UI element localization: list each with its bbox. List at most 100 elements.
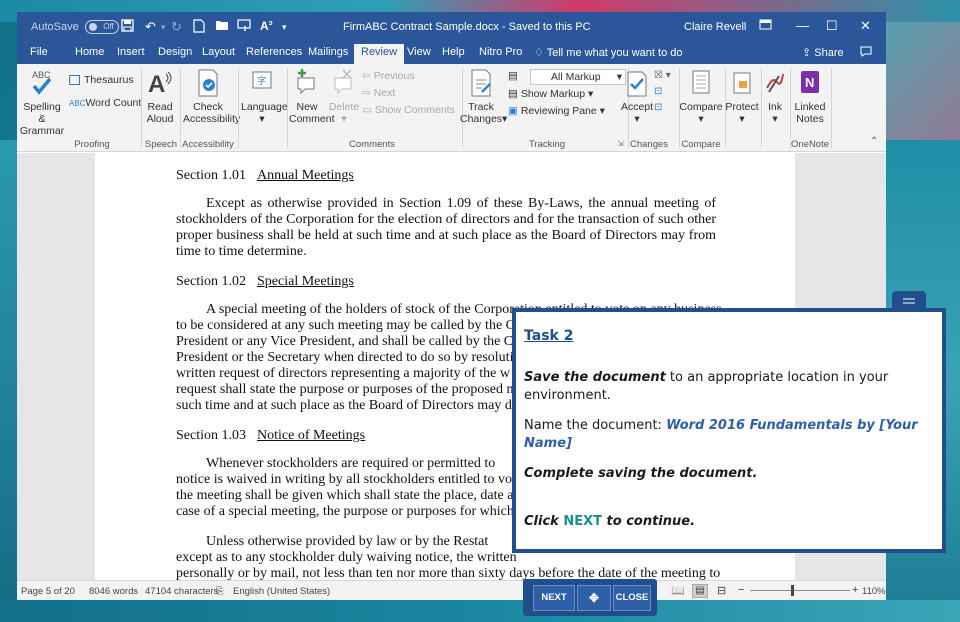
zoom-out-icon[interactable]: −	[738, 584, 744, 596]
protect-button[interactable]: Protect ▾	[724, 68, 760, 125]
delete-comment-button[interactable]: Delete ▾	[328, 68, 360, 125]
new-comment-icon	[297, 69, 315, 95]
task-name-prefix: Name the document:	[524, 418, 667, 433]
svg-text:A: A	[148, 71, 165, 98]
onenote-group-label: OneNote	[790, 139, 830, 150]
spelling-grammar-button[interactable]: ABC Spelling & Grammar	[19, 68, 65, 137]
previous-comment-button[interactable]: ⇦ Previous	[362, 70, 415, 82]
tab-file[interactable]: File	[30, 46, 48, 58]
comments-pane-icon[interactable]	[860, 46, 872, 60]
compare-group-label: Compare	[681, 139, 721, 150]
autosave-toggle[interactable]: AutoSave Off	[31, 20, 119, 34]
language-icon: 字	[252, 71, 272, 89]
tab-review[interactable]: Review	[354, 44, 405, 64]
paragraph-line: written request of directors representin…	[176, 366, 510, 381]
desktop-strip-left	[0, 140, 17, 622]
move-icon[interactable]: ✥	[577, 585, 611, 611]
accept-label: Accept	[620, 101, 654, 113]
touch-mode-icon[interactable]	[237, 19, 251, 35]
font-size-icon[interactable]: Aↄ	[260, 19, 273, 33]
spelling-check-icon: ABC	[32, 70, 52, 95]
undo-icon[interactable]: ↶	[145, 19, 156, 35]
reject-icon[interactable]: ☒ ▾	[654, 70, 671, 81]
changes-label: Changes	[460, 113, 503, 125]
undo-dropdown-icon[interactable]: ▾	[161, 22, 166, 33]
show-markup-button[interactable]: ▤ Show Markup ▾	[508, 88, 593, 100]
close-window-icon[interactable]: ✕	[860, 18, 871, 34]
word-count-button[interactable]: ABCWord Count	[69, 97, 141, 109]
word-count[interactable]: 8046 words	[89, 586, 138, 597]
tab-layout[interactable]: Layout	[202, 46, 235, 58]
next-change-icon[interactable]: ⊡	[654, 102, 662, 113]
section-number: Section 1.01	[176, 168, 246, 183]
previous-change-icon[interactable]: ⊡	[654, 86, 662, 97]
speech-group-label: Speech	[144, 139, 178, 150]
web-layout-icon[interactable]: ⊟	[717, 584, 726, 597]
ribbon-display-options-icon[interactable]	[759, 18, 772, 33]
tab-design[interactable]: Design	[158, 46, 192, 58]
read-aloud-button[interactable]: A Read Aloud	[145, 68, 175, 125]
review-ribbon: ABC Spelling & Grammar Thesaurus ABCWord…	[17, 64, 886, 152]
next-button[interactable]: NEXT	[533, 585, 575, 611]
new-comment-button[interactable]: New Comment	[289, 68, 335, 125]
track-changes-button[interactable]: Track Changes▾	[460, 68, 507, 125]
save-icon[interactable]	[121, 19, 134, 35]
thesaurus-button[interactable]: Thesaurus	[69, 74, 134, 86]
autosave-switch[interactable]: Off	[84, 20, 119, 34]
tab-nitro-pro[interactable]: Nitro Pro	[479, 46, 522, 58]
open-folder-icon[interactable]	[215, 19, 229, 34]
protect-label: Protect	[725, 101, 759, 113]
markup-dropdown[interactable]: All Markup ▾	[530, 69, 626, 85]
zoom-slider[interactable]	[750, 590, 850, 591]
paragraph-line: request shall state the purpose or purpo…	[176, 382, 524, 397]
group-separator	[761, 68, 762, 148]
previous-icon: ⇦	[362, 70, 374, 82]
ink-button[interactable]: Ink ▾	[763, 68, 787, 125]
tab-home[interactable]: Home	[75, 46, 104, 58]
share-icon: ⇪	[802, 47, 812, 59]
show-comments-button[interactable]: ▭ Show Comments	[362, 104, 455, 116]
proofing-status-icon[interactable]: ⎘	[216, 586, 224, 597]
task-next-word: NEXT	[563, 514, 602, 529]
section-heading: Section 1.02 Special Meetings	[176, 274, 354, 290]
ink-dropdown-icon: ▾	[772, 113, 778, 125]
tab-mailings[interactable]: Mailings	[308, 46, 348, 58]
check-accessibility-button[interactable]: Check Accessibility	[183, 68, 240, 125]
customize-qat-icon[interactable]: ▾	[282, 22, 287, 33]
tell-me-search[interactable]: ♢ Tell me what you want to do	[534, 46, 682, 59]
task-save-bold: Save the document	[524, 370, 666, 385]
tab-insert[interactable]: Insert	[117, 46, 145, 58]
zoom-in-icon[interactable]: +	[852, 584, 858, 596]
accept-button[interactable]: Accept ▾	[619, 68, 655, 125]
tab-view[interactable]: View	[407, 46, 431, 58]
zoom-level[interactable]: 110%	[862, 586, 886, 597]
maximize-icon[interactable]: ☐	[826, 18, 838, 34]
next-comment-button[interactable]: ⇨ Next	[362, 87, 395, 99]
tab-references[interactable]: References	[246, 46, 302, 58]
paragraph-line: President or the Secretary when directed…	[176, 350, 521, 365]
page-count[interactable]: Page 5 of 20	[21, 586, 75, 597]
desktop-strip-bottom	[0, 600, 960, 622]
word-count-icon: ABC	[69, 99, 86, 108]
section-heading: Section 1.03 Notice of Meetings	[176, 428, 365, 444]
print-layout-icon[interactable]: ▤	[692, 584, 708, 598]
share-button[interactable]: ⇪ Share	[802, 46, 844, 59]
show-comments-icon: ▭	[362, 104, 375, 116]
changes-group-label: Changes	[629, 139, 669, 150]
tab-help[interactable]: Help	[442, 46, 465, 58]
minimize-icon[interactable]: —	[796, 18, 809, 33]
redo-icon[interactable]: ↻	[171, 19, 182, 35]
spelling-label: Spelling &	[23, 101, 61, 125]
reviewing-pane-button[interactable]: ▣ Reviewing Pane ▾	[508, 105, 605, 117]
language-button[interactable]: 字 Language ▾	[241, 68, 288, 125]
user-name[interactable]: Claire Revell	[684, 21, 746, 33]
read-mode-icon[interactable]: 📖	[671, 584, 685, 597]
title-bar: AutoSave Off ↶ ▾ ↻ Aↄ ▾ FirmABC Contract…	[17, 12, 886, 42]
new-document-icon[interactable]	[193, 19, 205, 36]
collapse-ribbon-icon[interactable]: ⌃	[870, 136, 878, 147]
language-status[interactable]: English (United States)	[233, 586, 330, 597]
close-button[interactable]: CLOSE	[613, 585, 651, 611]
linked-notes-button[interactable]: N Linked Notes	[793, 68, 827, 125]
zoom-slider-thumb[interactable]	[791, 585, 794, 596]
compare-button[interactable]: Compare ▾	[679, 68, 723, 125]
